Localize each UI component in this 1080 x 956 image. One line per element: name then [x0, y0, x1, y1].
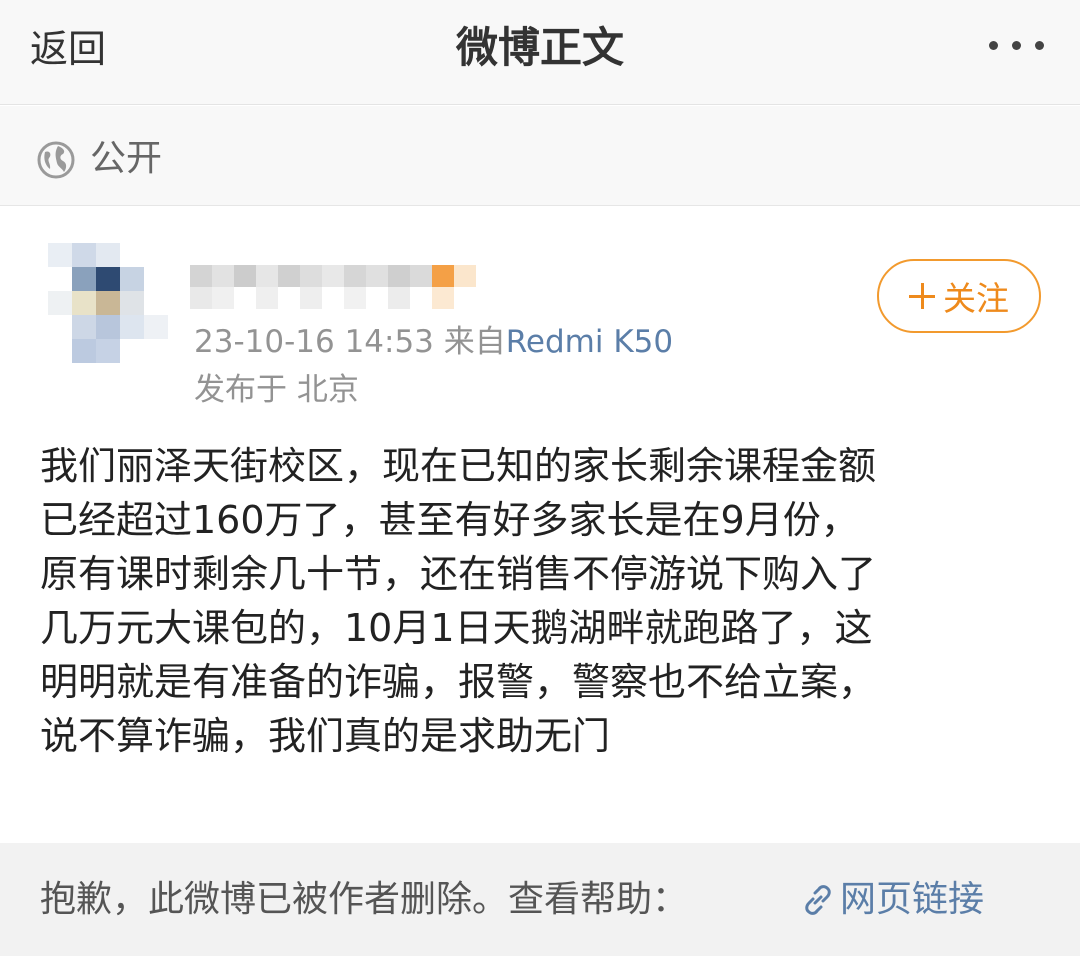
post-location: 发布于 北京 [194, 372, 359, 408]
deleted-notice: 抱歉，此微博已被作者删除。查看帮助： 网页链接 [0, 843, 1080, 956]
follow-button[interactable]: 关注 [877, 259, 1041, 333]
avatar[interactable] [48, 243, 168, 363]
post-body: 我们丽泽天街校区，现在已知的家长剩余课程金额 已经超过160万了，甚至有好多家长… [40, 439, 1040, 763]
visibility-bar: 公开 [0, 106, 1080, 206]
plus-icon [909, 283, 935, 309]
follow-label: 关注 [943, 279, 1009, 318]
post-timestamp: 23-10-16 14:53 [194, 324, 434, 360]
source-prefix: 来自 [443, 324, 506, 360]
deleted-notice-text: 抱歉，此微博已被作者删除。查看帮助： [40, 879, 689, 920]
post-body-line: 说不算诈骗，我们真的是求助无门 [40, 714, 611, 758]
post-body-line: 我们丽泽天街校区，现在已知的家长剩余课程金额 [40, 444, 877, 488]
visibility-label: 公开 [90, 138, 163, 179]
more-horizontal-icon[interactable] [989, 30, 1044, 60]
post-body-line: 原有课时剩余几十节，还在销售不停游说下购入了 [40, 552, 877, 596]
device-link[interactable]: Redmi K50 [506, 324, 673, 360]
weibo-post: 23-10-16 14:53 来自Redmi K50 发布于 北京 关注 我们丽… [0, 207, 1080, 843]
post-meta: 23-10-16 14:53 来自Redmi K50 [194, 321, 673, 363]
help-link-label: 网页链接 [840, 879, 985, 920]
help-link[interactable]: 网页链接 [800, 875, 984, 925]
post-body-line: 已经超过160万了，甚至有好多家长是在9月份， [40, 498, 859, 542]
top-navbar: 返回 微博正文 [0, 0, 1080, 105]
page-title: 微博正文 [455, 23, 624, 72]
globe-icon [37, 141, 75, 179]
post-body-line: 明明就是有准备的诈骗，报警，警察也不给立案， [40, 660, 877, 704]
post-body-line: 几万元大课包的，10月1日天鹅湖畔就跑路了，这 [40, 606, 873, 650]
author-name[interactable] [190, 265, 476, 311]
link-icon [805, 885, 831, 915]
